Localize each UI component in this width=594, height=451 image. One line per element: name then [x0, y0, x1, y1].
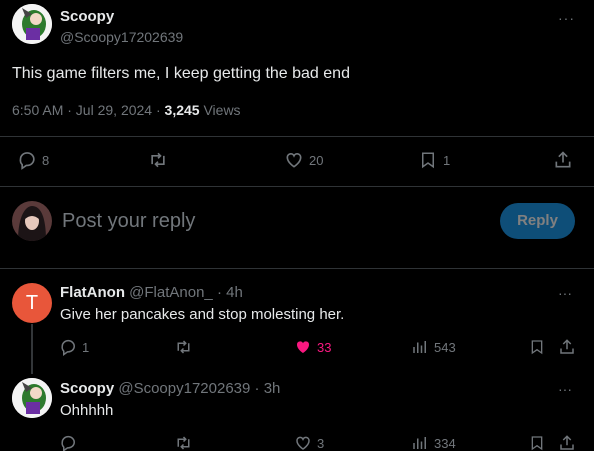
reply-header: FlatAnon @FlatAnon_ · 4h	[60, 284, 243, 301]
post-age[interactable]: · 4h	[213, 284, 243, 301]
views-label: Views	[199, 102, 241, 118]
share-icon	[553, 150, 573, 170]
reply-action[interactable]	[60, 434, 78, 451]
post-age[interactable]: · 3h	[250, 380, 281, 397]
views-action[interactable]: 543	[411, 338, 456, 356]
timestamp[interactable]: 6:50 AM · Jul 29, 2024 ·	[12, 102, 165, 118]
share-icon	[558, 338, 576, 356]
reply-icon	[18, 150, 38, 170]
like-count: 20	[309, 152, 324, 168]
scoopy-avatar-image	[12, 4, 52, 44]
reply-text: Ohhhhh	[60, 402, 114, 419]
analytics-icon	[411, 434, 429, 451]
divider	[0, 136, 594, 137]
repost-icon	[174, 338, 193, 356]
bookmark-action[interactable]: 1	[419, 150, 450, 170]
like-count: 3	[317, 435, 325, 451]
repost-action[interactable]	[174, 434, 193, 451]
display-name[interactable]: Scoopy	[60, 8, 114, 25]
reply-icon	[60, 338, 78, 356]
avatar[interactable]	[12, 378, 52, 418]
like-count: 33	[317, 339, 332, 355]
heart-icon	[284, 150, 304, 170]
bookmark-action[interactable]	[529, 338, 545, 356]
views-count: 3,245	[164, 102, 200, 118]
scoopy-avatar-image	[12, 378, 52, 418]
heart-filled-icon	[294, 338, 312, 356]
avatar[interactable]	[12, 4, 52, 44]
reply-count: 8	[42, 152, 50, 168]
views-count: 334	[434, 435, 456, 451]
more-options-icon[interactable]: ···	[558, 285, 572, 301]
share-action[interactable]	[558, 434, 576, 451]
my-avatar[interactable]	[12, 201, 52, 241]
like-action[interactable]: 20	[284, 150, 323, 170]
user-handle[interactable]: @Scoopy17202639	[118, 380, 250, 397]
avatar[interactable]: T	[12, 283, 52, 323]
divider	[0, 186, 594, 187]
reply-icon	[60, 434, 78, 451]
display-name[interactable]: FlatAnon	[60, 284, 125, 301]
reply-action[interactable]: 1	[60, 338, 89, 356]
more-options-icon[interactable]: ···	[558, 10, 575, 26]
reply-count: 1	[82, 339, 90, 355]
more-options-icon[interactable]: ···	[558, 381, 572, 397]
share-icon	[558, 434, 576, 451]
bookmark-count: 1	[443, 152, 451, 168]
share-action[interactable]	[553, 150, 573, 170]
analytics-icon	[411, 338, 429, 356]
bookmark-action[interactable]	[529, 434, 545, 451]
thread-line	[31, 324, 33, 374]
tweet-meta: 6:50 AM · Jul 29, 2024 · 3,245 Views	[12, 102, 241, 118]
bookmark-icon	[419, 150, 437, 170]
reply-header: Scoopy @Scoopy17202639 · 3h	[60, 380, 280, 397]
divider	[0, 268, 594, 269]
reply-button[interactable]: Reply	[500, 203, 575, 239]
share-action[interactable]	[558, 338, 576, 356]
repost-action[interactable]	[147, 150, 169, 170]
tweet-text: This game filters me, I keep getting the…	[12, 65, 350, 82]
reply-action[interactable]: 8	[18, 150, 49, 170]
like-action[interactable]: 33	[294, 338, 331, 356]
views-count: 543	[434, 339, 456, 355]
like-action[interactable]: 3	[294, 434, 324, 451]
reply-input[interactable]: Post your reply	[62, 210, 482, 233]
heart-icon	[294, 434, 312, 451]
views-action[interactable]: 334	[411, 434, 456, 451]
repost-icon	[174, 434, 193, 451]
avatar-letter: T	[25, 292, 39, 314]
user-handle[interactable]: @FlatAnon_	[129, 284, 213, 301]
user-handle[interactable]: @Scoopy17202639	[60, 29, 183, 45]
display-name[interactable]: Scoopy	[60, 380, 114, 397]
my-avatar-image	[12, 201, 52, 241]
bookmark-icon	[529, 434, 545, 451]
reply-text: Give her pancakes and stop molesting her…	[60, 306, 345, 323]
repost-action[interactable]	[174, 338, 193, 356]
repost-icon	[147, 150, 169, 170]
bookmark-icon	[529, 338, 545, 356]
